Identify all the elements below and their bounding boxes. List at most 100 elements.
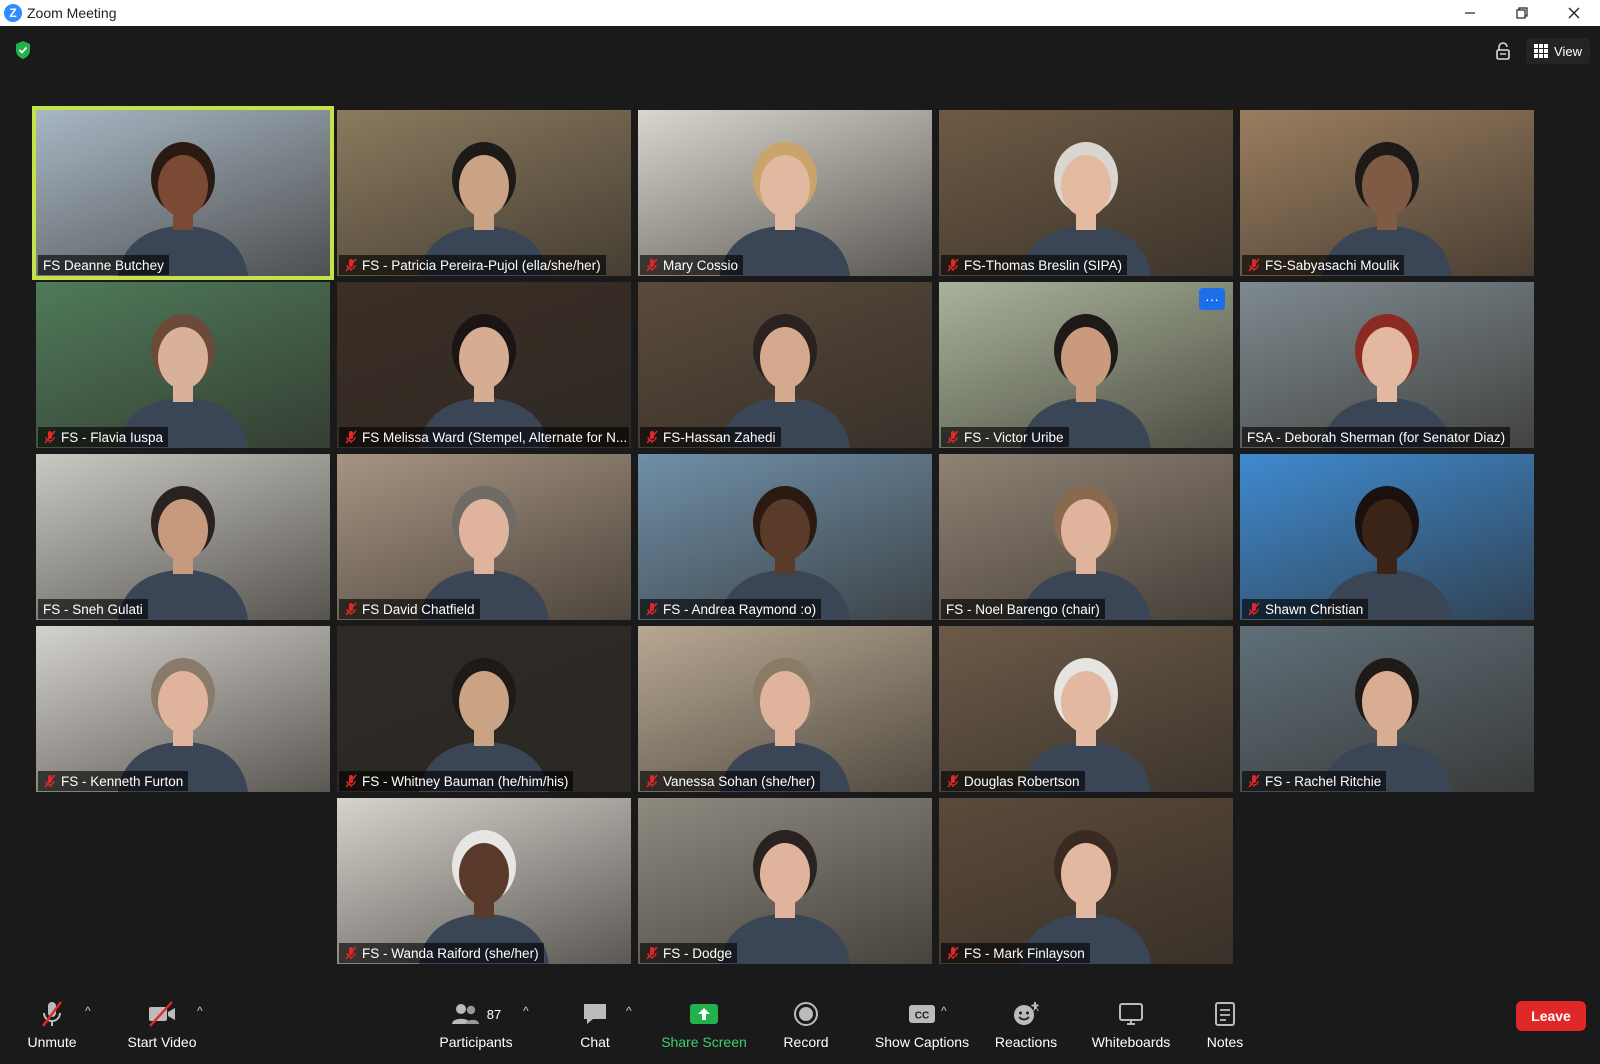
video-tile[interactable]: Douglas Robertson	[939, 626, 1233, 792]
record-button[interactable]: Record	[776, 994, 836, 1064]
video-tile[interactable]: FS - Wanda Raiford (she/her)	[337, 798, 631, 964]
video-tile[interactable]: Vanessa Sohan (she/her)	[638, 626, 932, 792]
mic-muted-icon	[947, 258, 959, 272]
participants-options-chevron-icon[interactable]: ^	[523, 1004, 529, 1018]
participant-name-tag: FS - Patricia Pereira-Pujol (ella/she/he…	[339, 255, 606, 275]
participant-name: FS - Wanda Raiford (she/her)	[362, 945, 539, 961]
participant-video-image	[720, 142, 850, 276]
video-tile[interactable]: Mary Cossio	[638, 110, 932, 276]
restore-button[interactable]	[1496, 0, 1548, 26]
record-label: Record	[783, 1034, 829, 1050]
notes-label: Notes	[1206, 1034, 1244, 1050]
view-button[interactable]: View	[1526, 38, 1590, 64]
whiteboards-button[interactable]: Whiteboards	[1086, 994, 1176, 1064]
minimize-button[interactable]	[1444, 0, 1496, 26]
video-tile[interactable]: FS - Kenneth Furton	[36, 626, 330, 792]
video-tile[interactable]: FS - Noel Barengo (chair)	[939, 454, 1233, 620]
participant-name-tag: FS-Hassan Zahedi	[640, 427, 781, 447]
participant-name: FS - Dodge	[663, 945, 733, 961]
mic-muted-icon	[947, 430, 959, 444]
show-captions-button[interactable]: CC Show Captions	[870, 994, 974, 1064]
title-bar: Z Zoom Meeting	[0, 0, 1600, 26]
video-tile[interactable]: FS - Dodge	[638, 798, 932, 964]
mic-muted-icon	[646, 946, 658, 960]
participant-name-tag: FS-Sabyasachi Moulik	[1242, 255, 1405, 275]
captions-options-chevron-icon[interactable]: ^	[941, 1004, 947, 1018]
minimize-icon	[1465, 12, 1475, 14]
participant-name-tag: Douglas Robertson	[941, 771, 1085, 791]
video-tile[interactable]: FS - Sneh Gulati	[36, 454, 330, 620]
audio-options-chevron-icon[interactable]: ^	[85, 1004, 91, 1018]
participant-video-image	[118, 314, 248, 448]
video-tile[interactable]: FS - Andrea Raymond :o)	[638, 454, 932, 620]
participant-name-tag: FS - Wanda Raiford (she/her)	[339, 943, 544, 963]
participant-name-tag: FS - Flavia Iuspa	[38, 427, 169, 447]
zoom-logo-icon: Z	[4, 4, 22, 22]
video-tile[interactable]: FS Deanne Butchey	[32, 106, 334, 280]
participant-video-image	[720, 658, 850, 792]
participant-name-tag: FS - Sneh Gulati	[38, 599, 148, 619]
reactions-button[interactable]: Reactions	[990, 994, 1062, 1064]
participant-name-tag: FS - Noel Barengo (chair)	[941, 599, 1105, 619]
participant-video-image	[1021, 314, 1151, 448]
mic-muted-icon	[646, 602, 658, 616]
participant-name: FS-Hassan Zahedi	[663, 429, 776, 445]
video-tile[interactable]: FS-Thomas Breslin (SIPA)	[939, 110, 1233, 276]
leave-button[interactable]: Leave	[1516, 1001, 1586, 1031]
start-video-button[interactable]: Start Video	[120, 994, 204, 1064]
chat-label: Chat	[580, 1034, 610, 1050]
participant-name-tag: FS - Kenneth Furton	[38, 771, 189, 791]
participant-video-image	[419, 314, 549, 448]
video-tile[interactable]: FS Melissa Ward (Stempel, Alternate for …	[337, 282, 631, 448]
share-screen-button[interactable]: Share Screen	[656, 994, 752, 1064]
view-label: View	[1554, 43, 1582, 59]
mic-muted-icon	[947, 946, 959, 960]
mic-muted-icon	[44, 774, 56, 788]
immersive-view-icon[interactable]	[1490, 38, 1516, 64]
video-tile[interactable]: FS David Chatfield	[337, 454, 631, 620]
participant-name-tag: FS - Rachel Ritchie	[1242, 771, 1387, 791]
chat-options-chevron-icon[interactable]: ^	[626, 1004, 632, 1018]
chat-button[interactable]: Chat	[570, 994, 620, 1064]
encryption-shield-icon[interactable]	[14, 40, 32, 60]
window-title: Zoom Meeting	[27, 5, 117, 21]
video-tile[interactable]: FS-Hassan Zahedi	[638, 282, 932, 448]
participant-video-image	[1322, 314, 1452, 448]
mic-muted-icon	[345, 602, 357, 616]
close-button[interactable]	[1548, 0, 1600, 26]
svg-text:CC: CC	[915, 1011, 929, 1022]
mic-muted-icon	[1248, 258, 1260, 272]
unmute-button[interactable]: Unmute	[20, 994, 84, 1064]
video-tile[interactable]: FS - Mark Finlayson	[939, 798, 1233, 964]
participant-name-tag: FS Melissa Ward (Stempel, Alternate for …	[339, 427, 629, 447]
participant-video-image	[720, 486, 850, 620]
participant-name-tag: FSA - Deborah Sherman (for Senator Diaz)	[1242, 427, 1511, 447]
participant-name: FS - Andrea Raymond :o)	[663, 601, 817, 617]
video-tile[interactable]: FS - Patricia Pereira-Pujol (ella/she/he…	[337, 110, 631, 276]
video-tile[interactable]: FS - Whitney Bauman (he/him/his)	[337, 626, 631, 792]
video-tile[interactable]: FS-Sabyasachi Moulik	[1240, 110, 1534, 276]
participant-name: FS-Sabyasachi Moulik	[1265, 257, 1400, 273]
video-tile[interactable]: FS - Flavia Iuspa	[36, 282, 330, 448]
meeting-stage: View FS Deanne Butchey FS - Patricia Pere…	[0, 26, 1600, 994]
tile-more-options-button[interactable]: ···	[1199, 288, 1225, 310]
video-tile[interactable]: FSA - Deborah Sherman (for Senator Diaz)	[1240, 282, 1534, 448]
mic-muted-icon	[345, 430, 357, 444]
participant-video-image	[1021, 830, 1151, 964]
notes-button[interactable]: Notes	[1200, 994, 1250, 1064]
share-screen-label: Share Screen	[661, 1034, 747, 1050]
captions-icon: CC	[907, 998, 937, 1030]
participant-name: FS - Patricia Pereira-Pujol (ella/she/he…	[362, 257, 601, 273]
participant-video-image	[1021, 142, 1151, 276]
video-options-chevron-icon[interactable]: ^	[197, 1004, 203, 1018]
video-tile[interactable]: FS - Rachel Ritchie	[1240, 626, 1534, 792]
video-tile[interactable]: ··· FS - Victor Uribe	[939, 282, 1233, 448]
participants-label: Participants	[439, 1034, 513, 1050]
participant-video-image	[1322, 486, 1452, 620]
share-screen-icon	[689, 998, 719, 1030]
reactions-options-chevron-icon[interactable]: ^	[1033, 1004, 1039, 1018]
participants-button[interactable]: 87 Participants	[428, 994, 524, 1064]
participant-video-image	[1021, 486, 1151, 620]
whiteboards-label: Whiteboards	[1091, 1034, 1171, 1050]
video-tile[interactable]: Shawn Christian	[1240, 454, 1534, 620]
